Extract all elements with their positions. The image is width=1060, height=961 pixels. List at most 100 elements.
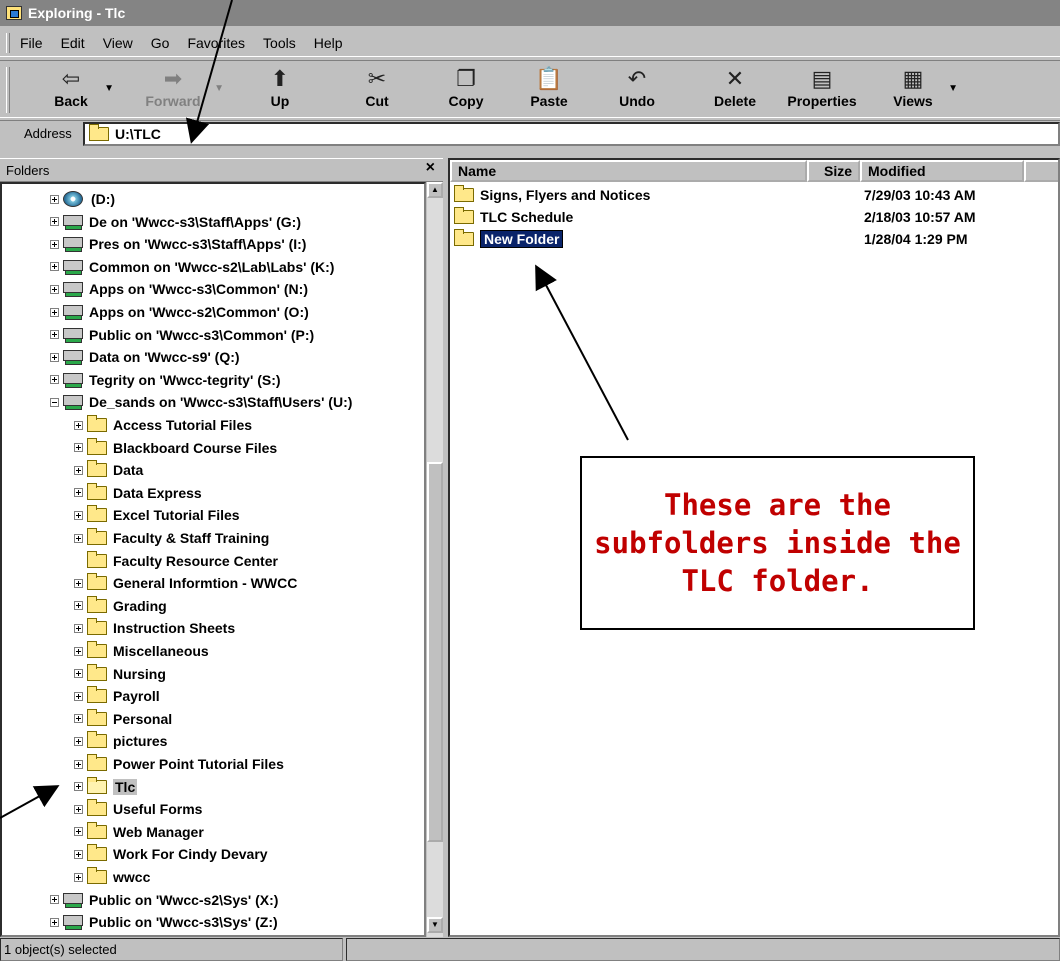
tree-item[interactable]: Tlc xyxy=(74,776,138,798)
column-header-blank[interactable] xyxy=(1024,160,1058,182)
menu-help[interactable]: Help xyxy=(314,35,343,51)
forward-dropdown-icon[interactable]: ▼ xyxy=(214,83,224,94)
folder-tree[interactable]: (D:) De on 'Wwcc-s3\Staff\Apps' (G:) Pres … xyxy=(0,182,426,937)
menu-edit[interactable]: Edit xyxy=(61,35,85,51)
menu-go[interactable]: Go xyxy=(151,35,170,51)
tree-item[interactable]: Nursing xyxy=(74,663,166,685)
tree-item[interactable]: Apps on 'Wwcc-s2\Common' (O:) xyxy=(50,301,309,323)
column-header-name[interactable]: Name xyxy=(450,160,807,182)
tree-item[interactable]: Public on 'Wwcc-s3\Common' (P:) xyxy=(50,324,314,346)
paste-button[interactable]: 📋 Paste xyxy=(520,65,578,115)
tree-item[interactable]: Power Point Tutorial Files xyxy=(74,753,284,775)
menu-tools[interactable]: Tools xyxy=(263,35,296,51)
list-item[interactable]: Signs, Flyers and Notices 7/29/03 10:43 … xyxy=(454,184,976,206)
tree-item[interactable]: Blackboard Course Files xyxy=(74,437,277,459)
expand-icon[interactable] xyxy=(74,488,83,498)
expand-icon[interactable] xyxy=(50,895,59,905)
tree-item[interactable]: Work For Cindy Devary xyxy=(74,843,268,865)
expand-icon[interactable] xyxy=(50,239,59,249)
column-header-modified[interactable]: Modified xyxy=(860,160,1024,182)
expand-icon[interactable] xyxy=(74,443,83,453)
expand-icon[interactable] xyxy=(50,375,59,385)
collapse-icon[interactable] xyxy=(50,397,59,407)
expand-icon[interactable] xyxy=(74,804,83,814)
toolbar-grip-handle[interactable] xyxy=(6,67,10,113)
tree-item[interactable]: Public on 'Wwcc-s2\Sys' (X:) xyxy=(50,889,278,911)
expand-icon[interactable] xyxy=(74,714,83,724)
expand-icon[interactable] xyxy=(50,284,59,294)
tree-item[interactable]: Excel Tutorial Files xyxy=(74,504,240,526)
undo-button[interactable]: ↶ Undo xyxy=(612,65,662,115)
expand-icon[interactable] xyxy=(74,872,83,882)
menu-grip-handle[interactable] xyxy=(6,33,10,53)
tree-item[interactable]: Tegrity on 'Wwcc-tegrity' (S:) xyxy=(50,369,281,391)
list-item[interactable]: TLC Schedule 2/18/03 10:57 AM xyxy=(454,206,976,228)
copy-button[interactable]: ❐ Copy xyxy=(440,65,492,115)
expand-icon[interactable] xyxy=(74,849,83,859)
tree-item[interactable]: Instruction Sheets xyxy=(74,617,235,639)
expand-icon[interactable] xyxy=(74,782,83,792)
expand-icon[interactable] xyxy=(50,330,59,340)
expand-icon[interactable] xyxy=(50,262,59,272)
scroll-down-icon[interactable]: ▼ xyxy=(427,917,443,933)
tree-item[interactable]: Data Express xyxy=(74,482,202,504)
expand-icon[interactable] xyxy=(74,578,83,588)
expand-icon[interactable] xyxy=(74,510,83,520)
expand-icon[interactable] xyxy=(74,759,83,769)
tree-item[interactable]: Payroll xyxy=(74,685,160,707)
menu-file[interactable]: File xyxy=(20,35,43,51)
cut-button[interactable]: ✂ Cut xyxy=(352,65,402,115)
expand-icon[interactable] xyxy=(50,307,59,317)
menu-favorites[interactable]: Favorites xyxy=(187,35,245,51)
tree-item[interactable]: Grading xyxy=(74,595,167,617)
scroll-thumb[interactable] xyxy=(427,462,443,842)
expand-icon[interactable] xyxy=(50,217,59,227)
expand-icon[interactable] xyxy=(74,691,83,701)
expand-icon[interactable] xyxy=(50,917,59,927)
tree-item[interactable]: Apps on 'Wwcc-s3\Common' (N:) xyxy=(50,278,308,300)
rename-input[interactable]: New Folder xyxy=(480,230,564,248)
tree-item[interactable]: Useful Forms xyxy=(74,798,202,820)
expand-icon[interactable] xyxy=(74,669,83,679)
tree-item[interactable]: Pres on 'Wwcc-s3\Staff\Apps' (I:) xyxy=(50,233,306,255)
tree-item[interactable]: Faculty Resource Center xyxy=(74,550,278,572)
tree-item[interactable]: pictures xyxy=(74,730,167,752)
views-dropdown-icon[interactable]: ▼ xyxy=(948,83,958,94)
forward-button[interactable]: ➡ Forward ▼ xyxy=(140,65,224,115)
menu-view[interactable]: View xyxy=(103,35,133,51)
address-input[interactable]: U:\TLC xyxy=(83,122,1060,146)
list-item[interactable]: New Folder 1/28/04 1:29 PM xyxy=(454,228,968,250)
delete-button[interactable]: ✕ Delete xyxy=(706,65,764,115)
expand-icon[interactable] xyxy=(74,623,83,633)
expand-icon[interactable] xyxy=(74,736,83,746)
expand-icon[interactable] xyxy=(74,601,83,611)
expand-icon[interactable] xyxy=(74,827,83,837)
back-button[interactable]: ⇦ Back ▼ xyxy=(46,65,114,115)
expand-icon[interactable] xyxy=(74,420,83,430)
up-button[interactable]: ⬆ Up xyxy=(258,65,302,115)
views-button[interactable]: ▦ Views ▼ xyxy=(886,65,958,115)
folder-tree-scrollbar[interactable]: ▲ ▼ xyxy=(426,182,443,937)
tree-item[interactable]: Miscellaneous xyxy=(74,640,209,662)
properties-button[interactable]: ▤ Properties xyxy=(780,65,864,115)
expand-icon[interactable] xyxy=(74,465,83,475)
tree-item[interactable]: Data xyxy=(74,459,143,481)
tree-item[interactable]: De_sands on 'Wwcc-s3\Staff\Users' (U:) xyxy=(50,391,352,413)
expand-icon[interactable] xyxy=(74,646,83,656)
tree-item[interactable]: De on 'Wwcc-s3\Staff\Apps' (G:) xyxy=(50,211,301,233)
tree-item[interactable]: Common on 'Wwcc-s2\Lab\Labs' (K:) xyxy=(50,256,334,278)
close-folders-pane-button[interactable]: × xyxy=(426,159,435,177)
expand-icon[interactable] xyxy=(74,533,83,543)
scroll-up-icon[interactable]: ▲ xyxy=(427,182,443,198)
tree-item[interactable]: wwcc xyxy=(74,866,150,888)
column-header-size[interactable]: Size xyxy=(807,160,860,182)
expand-icon[interactable] xyxy=(50,352,59,362)
tree-item[interactable]: Data on 'Wwcc-s9' (Q:) xyxy=(50,346,240,368)
tree-item[interactable]: Personal xyxy=(74,708,172,730)
tree-item[interactable]: General Informtion - WWCC xyxy=(74,572,297,594)
tree-item[interactable]: Faculty & Staff Training xyxy=(74,527,269,549)
tree-item[interactable]: Access Tutorial Files xyxy=(74,414,252,436)
expand-icon[interactable] xyxy=(50,194,59,204)
tree-item[interactable]: Public on 'Wwcc-s3\Sys' (Z:) xyxy=(50,911,278,933)
back-dropdown-icon[interactable]: ▼ xyxy=(104,83,114,94)
